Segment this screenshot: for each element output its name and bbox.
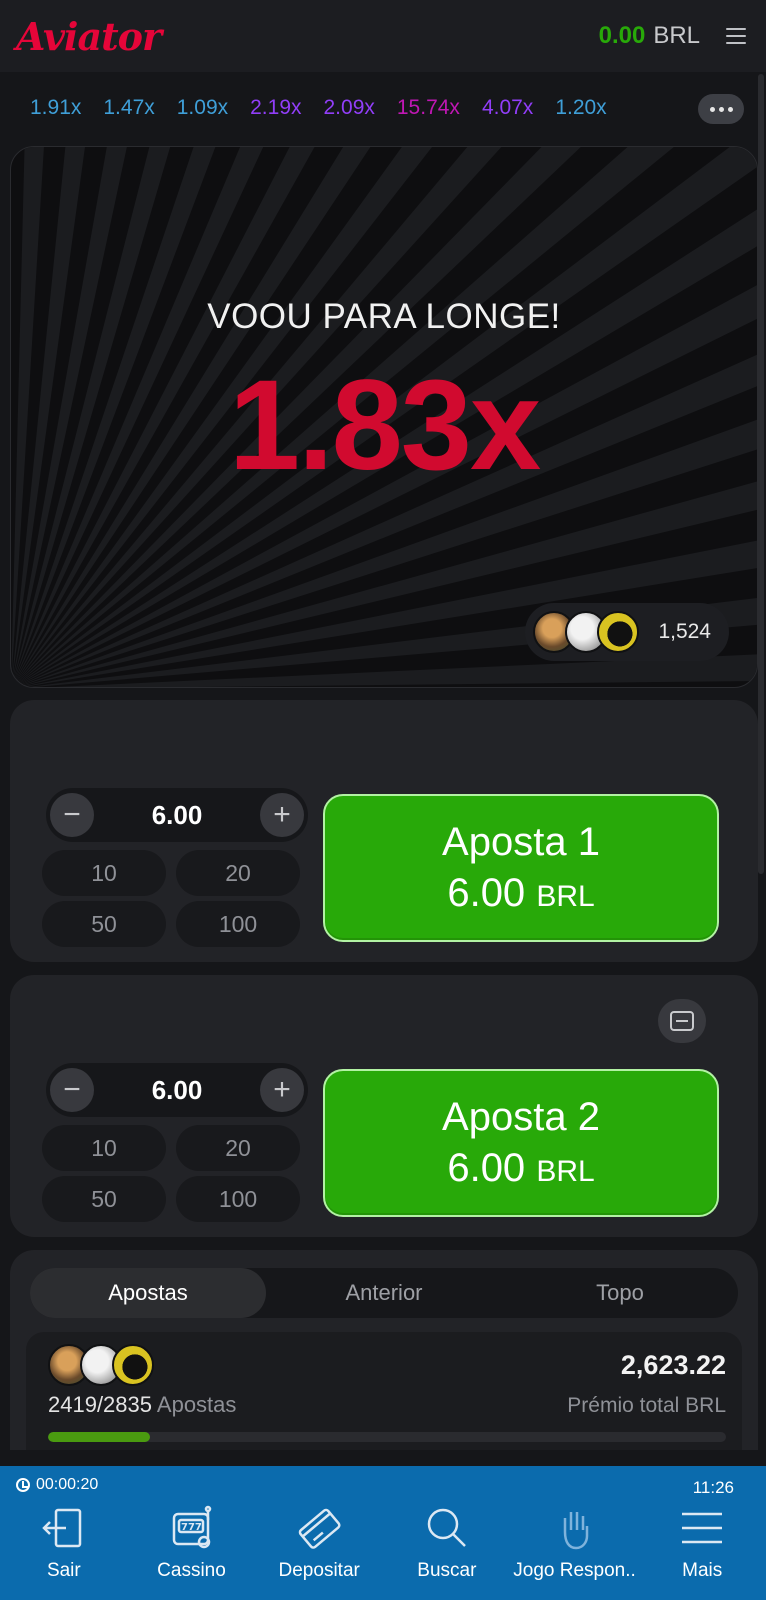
bets-progress-bar	[48, 1432, 726, 1442]
nav-mais[interactable]: Mais	[638, 1502, 766, 1598]
round-status: VOOU PARA LONGE!	[207, 297, 561, 336]
nav-label: Buscar	[417, 1560, 477, 1581]
quick-amount-button[interactable]: 50	[42, 901, 166, 947]
quick-amount-button[interactable]: 10	[42, 1125, 166, 1171]
bet-button-amount: 6.00 BRL	[447, 871, 594, 916]
nav-cassino[interactable]: 777 Cassino	[128, 1502, 256, 1598]
history-item: 1.20x	[555, 96, 607, 119]
nav-label: Jogo Respon..	[513, 1560, 636, 1581]
plus-button[interactable]: +	[259, 793, 304, 837]
bet-button-amount: 6.00 BRL	[447, 1146, 594, 1191]
bet-amount-value[interactable]: 6.00	[152, 800, 203, 831]
quick-amount-button[interactable]: 20	[176, 850, 300, 896]
bet-amount: 6.00	[447, 871, 526, 915]
bet-amount-stepper: − 6.00 +	[46, 788, 308, 842]
minus-button[interactable]: −	[50, 1068, 94, 1112]
avatar	[597, 611, 639, 653]
bet-button-1[interactable]: Aposta 1 6.00 BRL	[323, 794, 719, 942]
bets-count-label: Apostas	[156, 1392, 237, 1417]
nav-jogo-responsavel[interactable]: Jogo Respon..	[511, 1502, 639, 1598]
bet-currency: BRL	[536, 880, 595, 913]
bet-amount-stepper: − 6.00 +	[46, 1063, 308, 1117]
search-icon	[427, 1508, 466, 1547]
bet-button-title: Aposta 2	[442, 1095, 600, 1139]
quick-amount-button[interactable]: 100	[176, 1176, 300, 1222]
balance: 0.00 BRL	[599, 22, 746, 50]
bet-panel-1: − 6.00 + 10 20 50 100 Aposta 1 6.00 BRL	[10, 700, 758, 962]
bet-panel-2: − 6.00 + 10 20 50 100 Aposta 2 6.00 BRL	[10, 975, 758, 1237]
dot-icon	[709, 106, 715, 112]
bets-count: 2419/2835 Apostas	[48, 1392, 236, 1418]
tab-topo[interactable]: Topo	[502, 1268, 738, 1318]
history-item: 1.91x	[30, 96, 82, 119]
nav-buscar[interactable]: Buscar	[383, 1502, 511, 1598]
nav-sair[interactable]: Sair	[0, 1502, 128, 1598]
balance-amount: 0.00	[598, 22, 646, 49]
nav-label: Sair	[46, 1560, 81, 1581]
minus-box-icon	[670, 1011, 694, 1031]
bets-tabs: Apostas Anterior Topo	[30, 1268, 738, 1318]
history-item: 4.07x	[481, 96, 534, 119]
history-item: 15.74x	[396, 96, 460, 119]
bet-amount-value[interactable]: 6.00	[152, 1075, 203, 1106]
minus-button[interactable]: −	[50, 793, 94, 837]
avatar	[112, 1344, 154, 1386]
scrollbar[interactable]	[758, 74, 764, 874]
players-count: 1,524	[658, 620, 711, 643]
card-icon	[298, 1508, 341, 1549]
player-avatars	[533, 611, 639, 653]
game-screen: VOOU PARA LONGE! 1.83x 1,524	[10, 146, 758, 688]
bettor-avatars	[48, 1344, 154, 1386]
tab-apostas[interactable]: Apostas	[30, 1268, 266, 1318]
nav-label: Mais	[682, 1560, 723, 1581]
nav-label: Depositar	[278, 1560, 360, 1581]
multiplier-history: 1.91x 1.47x 1.09x 2.19x 2.09x 15.74x 4.0…	[0, 72, 766, 144]
history-item: 1.47x	[103, 96, 155, 119]
nav-label: Cassino	[157, 1560, 226, 1581]
history-item: 2.19x	[250, 96, 302, 119]
quick-amount-button[interactable]: 50	[42, 1176, 166, 1222]
bet-button-2[interactable]: Aposta 2 6.00 BRL	[323, 1069, 719, 1217]
current-time: 11:26	[692, 1478, 734, 1497]
aviator-logo[interactable]: Aviator	[16, 14, 162, 59]
svg-text:777: 777	[181, 1522, 202, 1533]
total-prize-label: Prémio total BRL	[567, 1394, 726, 1417]
dot-icon	[727, 106, 733, 112]
online-players[interactable]: 1,524	[525, 603, 729, 661]
dot-icon	[718, 106, 724, 112]
quick-amount-button[interactable]: 10	[42, 850, 166, 896]
total-prize: 2,623.22	[620, 1350, 726, 1380]
tab-anterior[interactable]: Anterior	[266, 1268, 502, 1318]
history-item: 2.09x	[323, 96, 375, 119]
timer-value: 00:00:20	[36, 1476, 99, 1493]
menu-icon	[682, 1512, 723, 1544]
balance-currency: BRL	[653, 22, 700, 49]
clock-icon	[16, 1478, 30, 1492]
bet-currency: BRL	[536, 1155, 595, 1188]
session-timer: 00:00:20	[16, 1476, 98, 1494]
crash-multiplier: 1.83x	[228, 354, 541, 497]
more-history-button[interactable]	[698, 94, 744, 124]
hand-icon	[563, 1512, 588, 1550]
plus-button[interactable]: +	[259, 1068, 304, 1112]
nav-depositar[interactable]: Depositar	[255, 1502, 383, 1598]
bets-summary: 2419/2835 Apostas 2,623.22 Prémio total …	[26, 1332, 742, 1450]
bets-count-value: 2419/2835	[48, 1392, 152, 1417]
slot-machine-icon: 777	[172, 1505, 211, 1549]
progress-fill	[48, 1432, 150, 1442]
bets-list-panel: Apostas Anterior Topo 2419/2835 Apostas …	[10, 1250, 758, 1450]
bet-amount: 6.00	[447, 1146, 526, 1190]
quick-amount-button[interactable]: 100	[176, 901, 300, 947]
bottom-navigation: 00:00:20 11:26 Sair 777 Cassino Deposita…	[0, 1466, 766, 1600]
exit-icon	[42, 1508, 82, 1548]
hamburger-icon[interactable]	[726, 28, 746, 44]
quick-amount-button[interactable]: 20	[176, 1125, 300, 1171]
history-item: 1.09x	[176, 96, 229, 119]
bet-button-title: Aposta 1	[442, 820, 600, 864]
remove-panel-button[interactable]	[658, 999, 706, 1043]
top-bar: Aviator 0.00 BRL	[0, 0, 766, 72]
